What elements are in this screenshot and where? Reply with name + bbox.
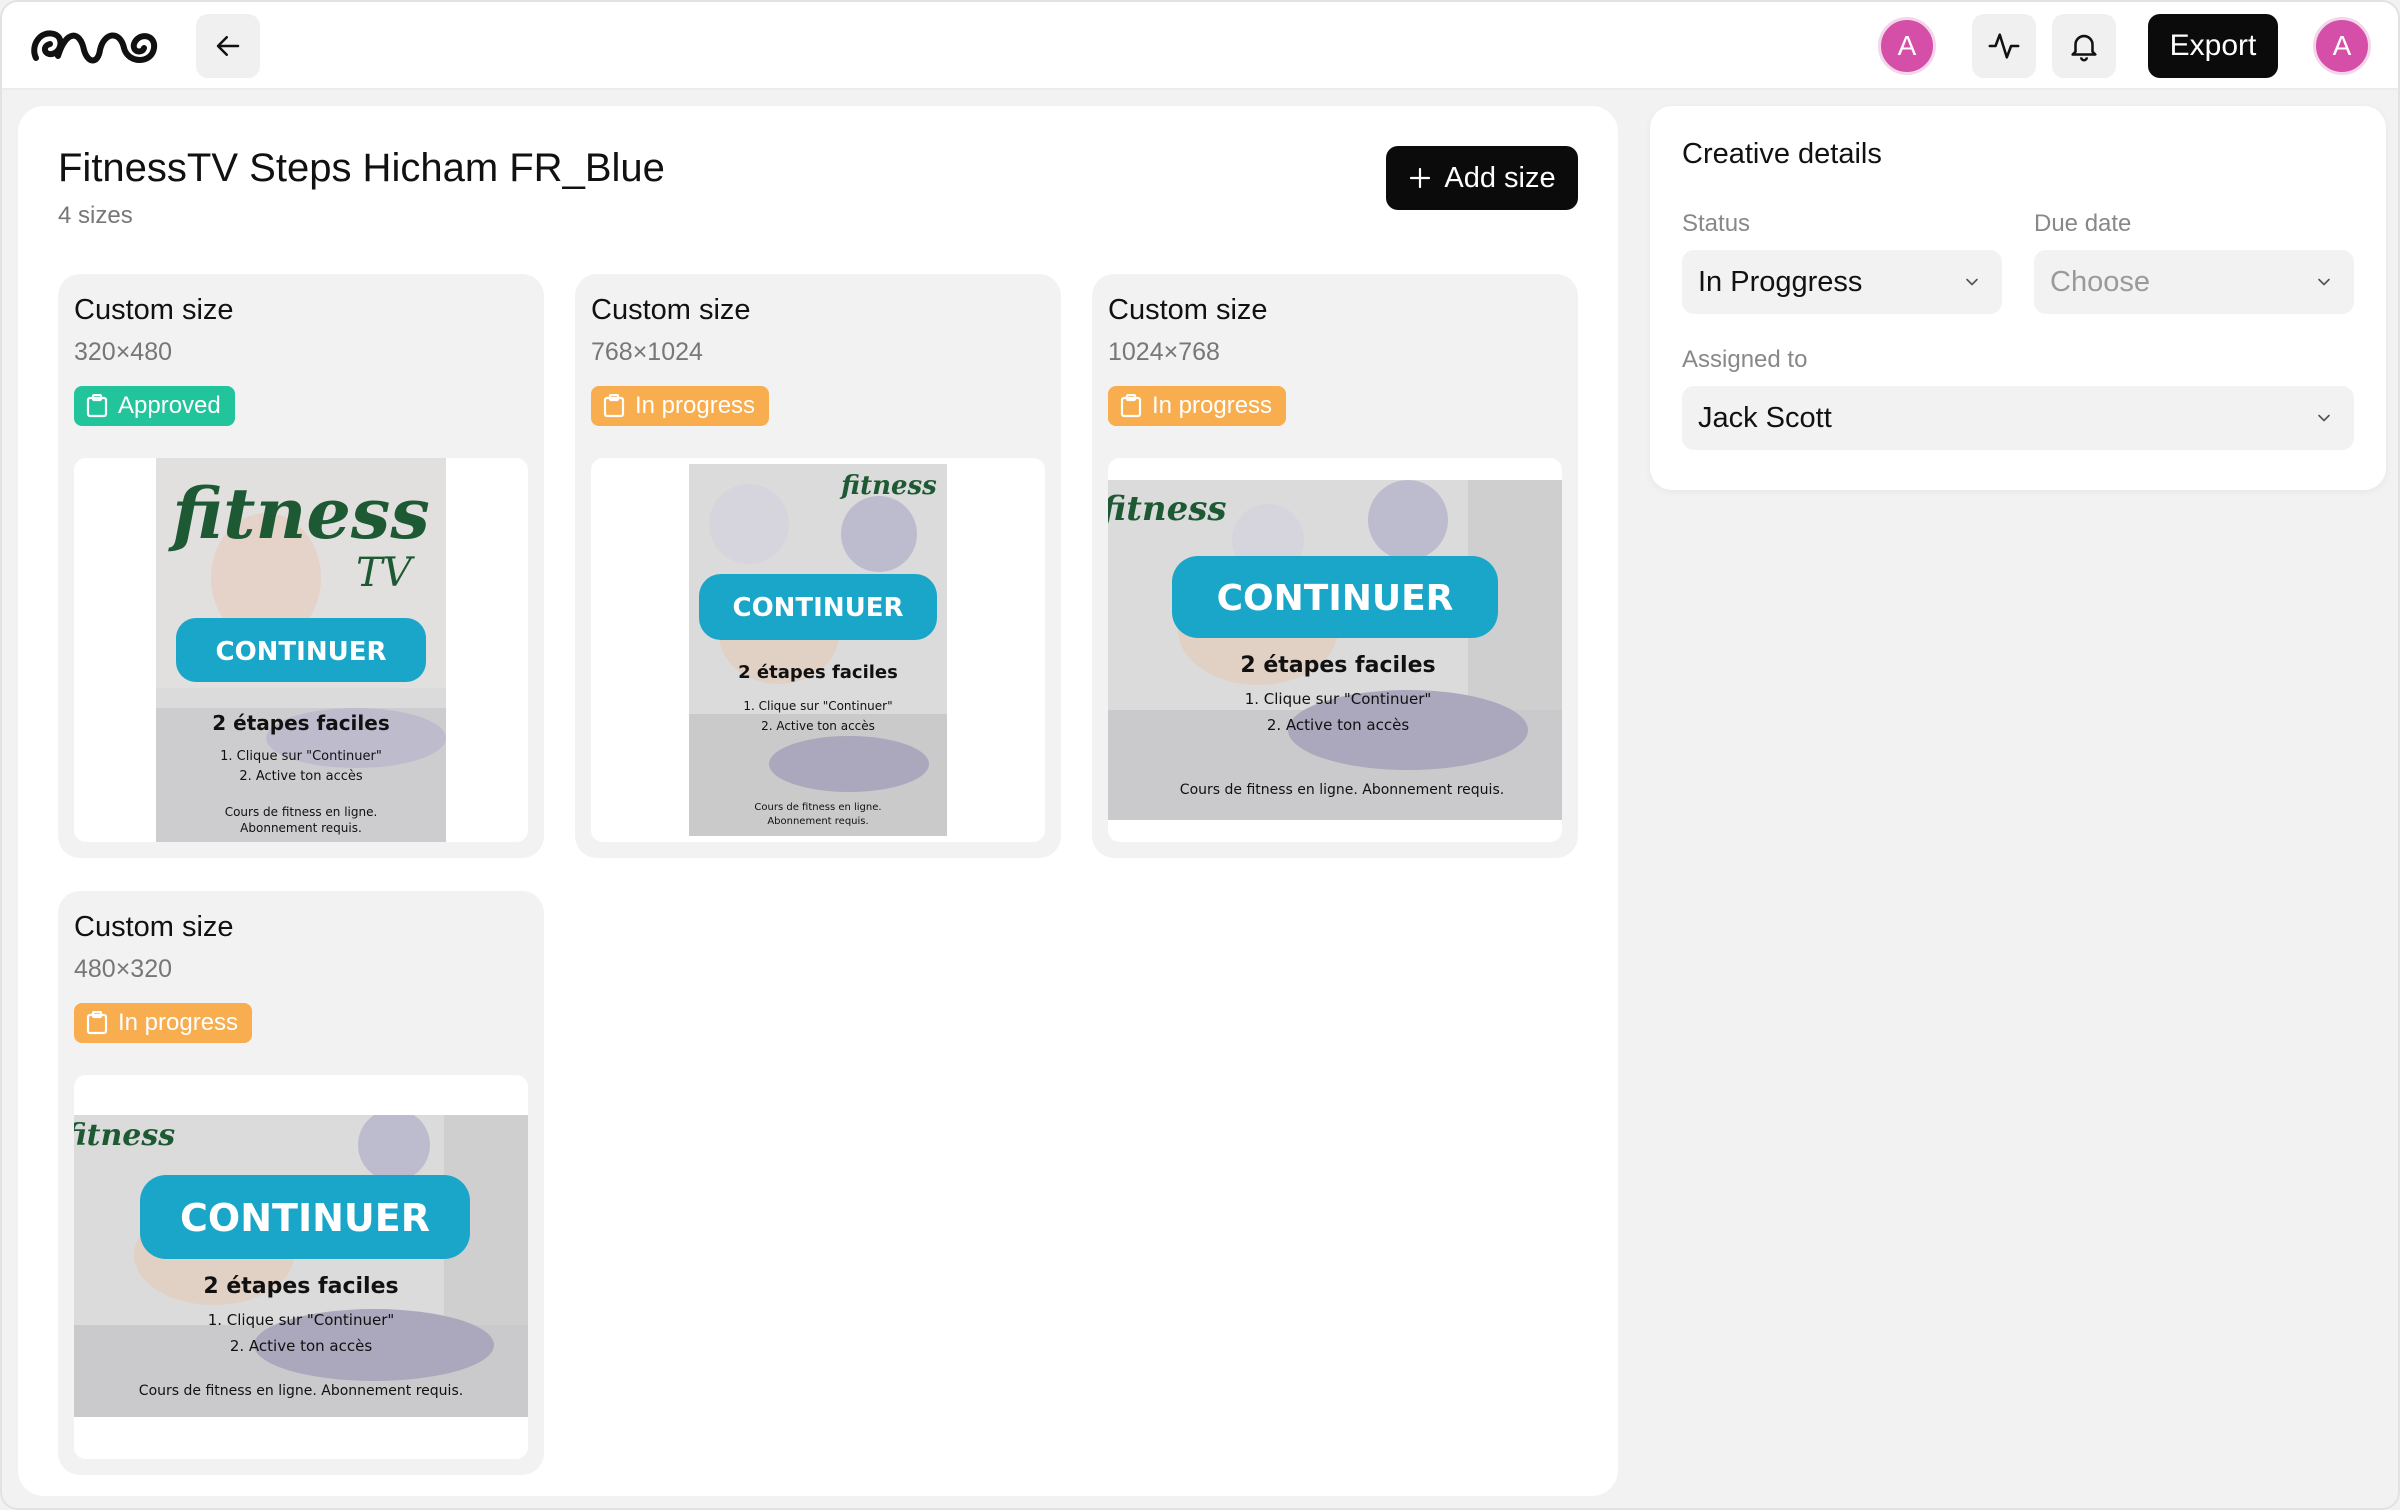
status-badge: Approved <box>74 386 235 426</box>
chevron-down-icon <box>2318 278 2330 286</box>
creative-footer-a: Cours de fitness en ligne. <box>754 802 881 813</box>
status-badge: In progress <box>1108 386 1287 426</box>
clipboard-icon <box>86 1011 108 1035</box>
size-card[interactable]: Custom size 768×1024 In progress fitness… <box>575 274 1061 858</box>
due-date-placeholder: Choose <box>2050 265 2150 298</box>
status-field-label: Status <box>1682 210 1751 237</box>
creative-footer: Cours de fitness en ligne. Abonnement re… <box>139 1383 463 1399</box>
sizes-panel: FitnessTV Steps Hicham FR_Blue 4 sizes A… <box>18 106 1618 1496</box>
creative-step-1: 1. Clique sur "Continuer" <box>208 1311 395 1329</box>
creative-heading: 2 étapes faciles <box>203 1274 398 1299</box>
profile-avatar[interactable]: A <box>2313 17 2371 75</box>
creative-image: fitness CONTINUER 2 étapes faciles 1. Cl… <box>1108 480 1562 820</box>
creative-details-panel: Creative details Status In Proggress Due… <box>1650 106 2386 490</box>
creative-step-2: 2. Active ton accès <box>761 719 875 733</box>
creative-logo: fitness <box>74 1118 175 1153</box>
size-card[interactable]: Custom size 1024×768 In progress fitness… <box>1092 274 1578 858</box>
status-select-value: In Proggress <box>1698 265 1863 298</box>
creative-step-1: 1. Clique sur "Continuer" <box>220 749 382 764</box>
page-title: FitnessTV Steps Hicham FR_Blue <box>58 146 665 190</box>
creative-image: fitness CONTINUER 2 étapes faciles 1. Cl… <box>689 464 947 836</box>
bell-icon <box>2071 34 2097 62</box>
creative-logo: fitness <box>839 471 937 501</box>
creative-preview[interactable]: fitness CONTINUER 2 étapes faciles 1. Cl… <box>591 458 1045 842</box>
creative-logo-sub: TV <box>356 550 416 596</box>
size-card[interactable]: Custom size 320×480 Approved fitness TV … <box>58 274 544 858</box>
notifications-button[interactable] <box>2052 14 2116 78</box>
creative-logo: fitness <box>167 472 429 555</box>
plus-icon <box>1410 167 1431 189</box>
creative-preview[interactable]: fitness CONTINUER 2 étapes faciles 1. Cl… <box>1108 458 1562 842</box>
creative-footer: Cours de fitness en ligne. Abonnement re… <box>1180 782 1504 798</box>
creative-step-2: 2. Active ton accès <box>1267 716 1409 734</box>
creative-footer-b: Abonnement requis. <box>240 821 362 835</box>
app-window: A Export A FitnessTV Steps Hicham FR_Blu… <box>0 0 2400 1510</box>
card-title: Custom size <box>1108 294 1268 326</box>
card-dimensions: 320×480 <box>74 338 173 366</box>
due-date-select[interactable]: Choose <box>2034 250 2354 314</box>
creative-heading: 2 étapes faciles <box>738 662 898 683</box>
status-label: Approved <box>118 392 221 419</box>
creative-cta: CONTINUER <box>1217 578 1454 619</box>
brand-logo[interactable] <box>28 20 162 72</box>
export-button[interactable]: Export <box>2148 14 2278 78</box>
export-label: Export <box>2169 29 2257 62</box>
creative-heading: 2 étapes faciles <box>212 711 389 735</box>
creative-footer-a: Cours de fitness en ligne. <box>225 805 378 819</box>
add-size-label: Add size <box>1444 161 1556 194</box>
add-size-button[interactable]: Add size <box>1386 146 1578 210</box>
creative-step-2: 2. Active ton accès <box>230 1337 372 1355</box>
creative-heading: 2 étapes faciles <box>1240 653 1435 678</box>
status-select[interactable]: In Proggress <box>1682 250 2002 314</box>
creative-cta: CONTINUER <box>215 637 386 667</box>
activity-button[interactable] <box>1972 14 2036 78</box>
assignee-value: Jack Scott <box>1698 401 1832 434</box>
card-title: Custom size <box>74 294 234 326</box>
creative-image: fitness TV CONTINUER 2 étapes faciles 1.… <box>156 458 446 842</box>
status-badge: In progress <box>591 386 770 426</box>
profile-initial: A <box>2332 30 2352 61</box>
status-label: In progress <box>635 392 756 419</box>
card-dimensions: 480×320 <box>74 955 173 983</box>
collaborator-avatar[interactable]: A <box>1878 17 1936 75</box>
card-title: Custom size <box>591 294 751 326</box>
creative-step-1: 1. Clique sur "Continuer" <box>1245 690 1432 708</box>
chevron-down-icon <box>1966 278 1978 286</box>
creative-footer-b: Abonnement requis. <box>767 816 868 827</box>
status-label: In progress <box>1152 392 1273 419</box>
status-label: In progress <box>118 1009 239 1036</box>
due-date-field-label: Due date <box>2034 210 2132 237</box>
assignee-select[interactable]: Jack Scott <box>1682 386 2354 450</box>
card-dimensions: 768×1024 <box>591 338 703 366</box>
creative-step-2: 2. Active ton accès <box>239 769 363 784</box>
card-dimensions: 1024×768 <box>1108 338 1220 366</box>
assigned-field-label: Assigned to <box>1682 346 1808 373</box>
top-bar: A Export A <box>2 2 2398 90</box>
creative-cta: CONTINUER <box>180 1196 430 1240</box>
creative-preview[interactable]: fitness TV CONTINUER 2 étapes faciles 1.… <box>74 458 528 842</box>
status-badge: In progress <box>74 1003 253 1043</box>
details-title: Creative details <box>1682 138 1882 170</box>
creative-logo: fitness <box>1108 489 1227 529</box>
clipboard-icon <box>603 394 625 418</box>
clipboard-icon <box>1120 394 1142 418</box>
activity-icon <box>1988 33 2020 59</box>
size-card[interactable]: Custom size 480×320 In progress fitness … <box>58 891 544 1475</box>
back-button[interactable] <box>196 14 260 78</box>
avatar-initial: A <box>1897 30 1917 61</box>
creative-preview[interactable]: fitness CONTINUER 2 étapes faciles 1. Cl… <box>74 1075 528 1459</box>
clipboard-icon <box>86 394 108 418</box>
chevron-down-icon <box>2318 414 2330 422</box>
creative-image: fitness CONTINUER 2 étapes faciles 1. Cl… <box>74 1115 528 1417</box>
arrow-left-icon <box>216 36 240 56</box>
creative-cta: CONTINUER <box>732 593 903 623</box>
card-title: Custom size <box>74 911 234 943</box>
size-count: 4 sizes <box>58 202 133 229</box>
creative-step-1: 1. Clique sur "Continuer" <box>743 699 892 713</box>
